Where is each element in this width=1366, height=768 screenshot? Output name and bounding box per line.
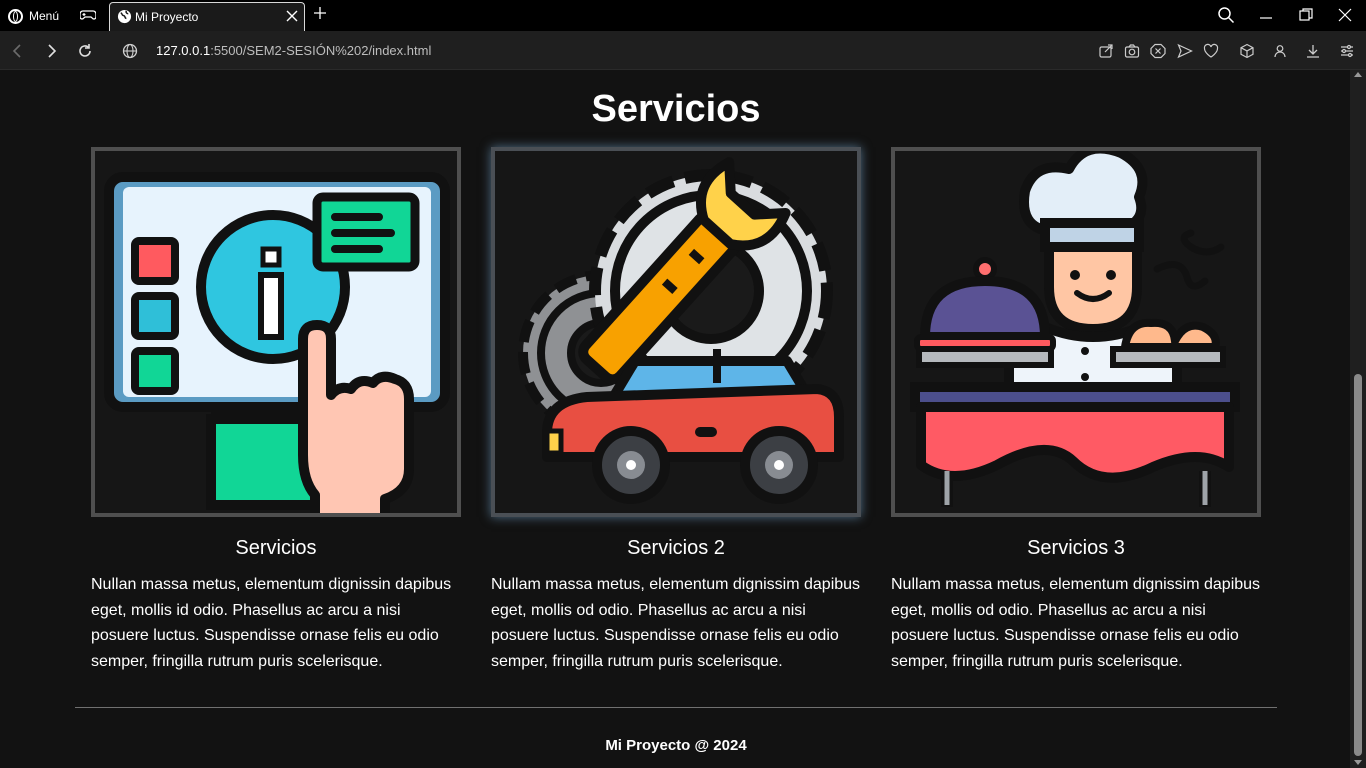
footer-copyright: Mi Proyecto @ 2024	[605, 737, 747, 754]
browser-tab-bar: Menú Mi Proyecto	[0, 0, 1366, 31]
card-description: Nullam massa metus, elementum dignissim …	[891, 576, 1261, 670]
card-title: Servicios 2	[627, 537, 725, 559]
back-icon[interactable]	[10, 43, 26, 59]
snapshot-icon[interactable]	[1124, 43, 1140, 59]
page-viewport: Servicios Servicios Nullan massa metus, …	[0, 70, 1366, 768]
card-description: Nullan massa metus, elementum dignissin …	[91, 576, 452, 670]
heart-icon[interactable]	[1203, 43, 1219, 59]
opera-logo-icon	[8, 8, 23, 24]
vertical-scrollbar[interactable]	[1350, 70, 1366, 768]
share-icon[interactable]	[1098, 43, 1114, 59]
forward-icon[interactable]	[43, 43, 59, 59]
minimize-icon[interactable]	[1257, 6, 1275, 24]
information-touchscreen-icon	[104, 172, 450, 513]
gamepad-icon[interactable]	[80, 8, 96, 22]
service-card-2: Servicios 2 Nullam massa metus, elementu…	[491, 147, 861, 674]
tab-mi-proyecto[interactable]: Mi Proyecto	[109, 2, 305, 31]
close-tab-icon[interactable]	[285, 9, 299, 23]
download-icon[interactable]	[1305, 43, 1321, 59]
service-card-image	[91, 147, 461, 517]
url-field[interactable]: 127.0.0.1:5500/SEM2-SESIÓN%202/index.htm…	[156, 43, 431, 58]
reload-icon[interactable]	[77, 43, 93, 59]
card-title: Servicios 3	[1027, 537, 1125, 559]
section-title: Servicios	[591, 88, 761, 130]
new-tab-icon[interactable]	[313, 6, 327, 20]
menu-label: Menú	[29, 9, 60, 23]
footer-divider	[75, 707, 1277, 708]
restore-icon[interactable]	[1297, 6, 1315, 24]
card-title: Servicios	[235, 537, 317, 559]
service-card-3: Servicios 3 Nullam massa metus, elementu…	[891, 147, 1261, 674]
service-card-image	[891, 147, 1261, 517]
tab-title: Mi Proyecto	[135, 10, 199, 24]
service-card-1: Servicios Nullan massa metus, elementum …	[91, 147, 461, 674]
scroll-thumb[interactable]	[1354, 374, 1362, 756]
url-host: 127.0.0.1	[156, 43, 211, 58]
profile-icon[interactable]	[1272, 43, 1288, 59]
scroll-up-arrow-icon[interactable]	[1354, 72, 1362, 77]
url-path: :5500/SEM2-SESIÓN%202/index.html	[210, 43, 432, 58]
chef-catering-icon	[910, 151, 1240, 507]
close-window-icon[interactable]	[1336, 6, 1354, 24]
search-icon[interactable]	[1217, 6, 1235, 24]
send-icon[interactable]	[1177, 43, 1193, 59]
address-bar: 127.0.0.1:5500/SEM2-SESIÓN%202/index.htm…	[0, 31, 1366, 70]
extensions-cube-icon[interactable]	[1239, 43, 1255, 59]
adblock-icon[interactable]	[1150, 43, 1166, 59]
opera-menu-button[interactable]: Menú	[8, 7, 59, 25]
card-description: Nullam massa metus, elementum dignissim …	[491, 576, 861, 670]
car-repair-gears-icon	[518, 157, 844, 504]
globe-icon	[117, 9, 132, 24]
site-info-icon[interactable]	[122, 43, 138, 59]
scroll-down-arrow-icon[interactable]	[1354, 760, 1362, 765]
service-card-image	[491, 147, 861, 517]
settings-sliders-icon[interactable]	[1339, 43, 1355, 59]
